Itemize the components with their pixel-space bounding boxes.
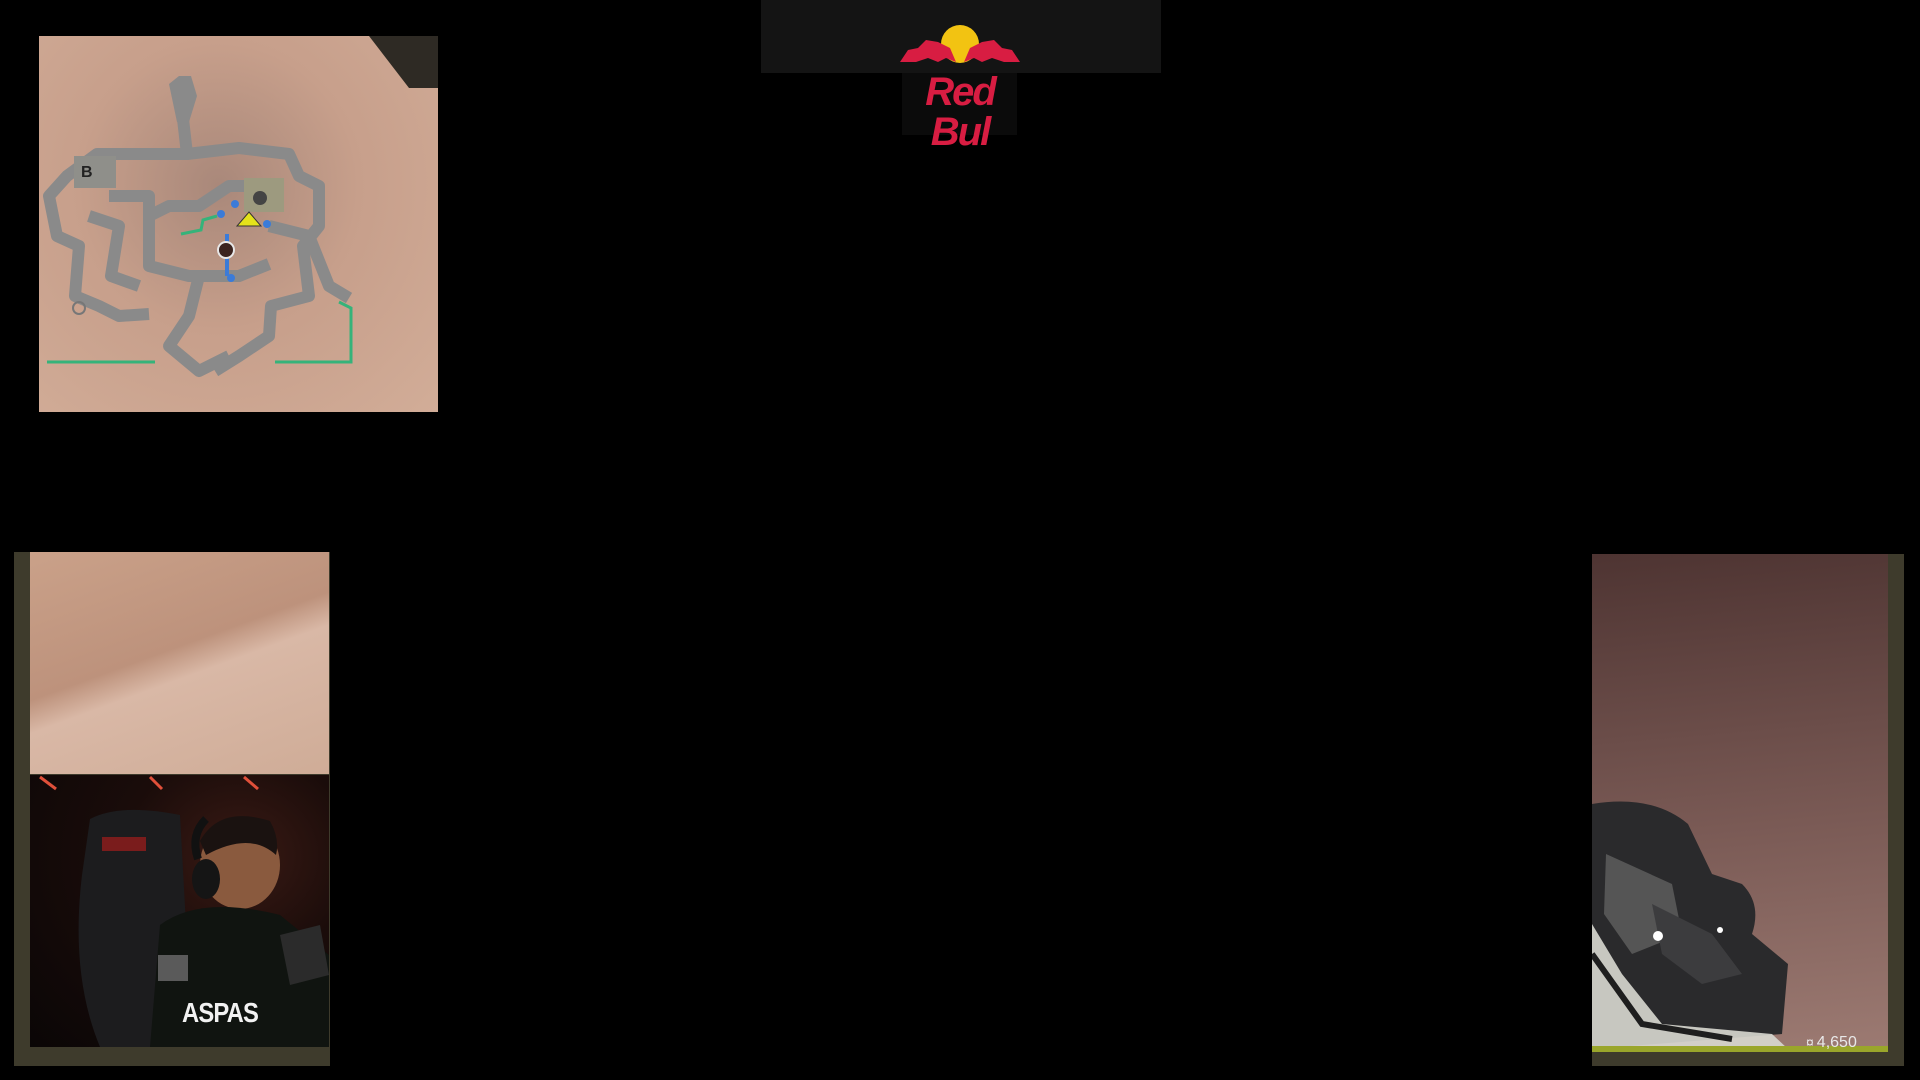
player-webcam-scene	[39, 775, 329, 1047]
map-corridors	[43, 83, 353, 377]
credits-value: 4,650	[1816, 1034, 1857, 1051]
credits-counter: ¤ 4,650	[1806, 1034, 1857, 1052]
weapon-view-scene	[1592, 801, 1788, 1049]
player-name-label: ASPAS	[182, 997, 259, 1028]
headset-icon	[192, 859, 220, 899]
utility-icon	[253, 191, 267, 205]
player-webcam	[30, 775, 329, 1047]
credits-icon: ¤	[1806, 1034, 1814, 1050]
player-marker	[217, 241, 235, 259]
spike-icon	[235, 211, 263, 227]
weapon-view	[1592, 554, 1888, 1049]
minimap: B	[39, 36, 438, 412]
site-b-label: B	[81, 164, 93, 181]
minimap-layout	[43, 36, 438, 377]
sponsor-wordmark: Red Bul	[925, 70, 997, 154]
player-pov-view	[30, 552, 329, 774]
